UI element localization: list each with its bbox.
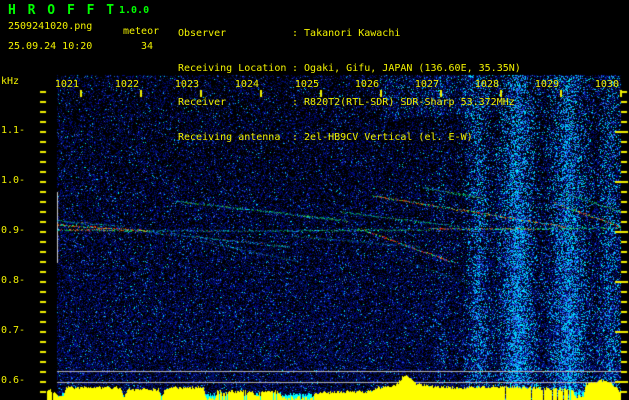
time-tick-label: 1021 xyxy=(54,79,79,90)
freq-tick-label: 1.1- xyxy=(1,125,26,136)
time-tick-label: 1029 xyxy=(534,79,559,90)
station-info-block: Observer: Takanori Kawachi Receiving Loca… xyxy=(178,5,521,166)
info-label: Receiving Location xyxy=(178,62,287,74)
output-filename: 2509241020.png xyxy=(8,21,93,32)
info-value: 2el-HB9CV Vertical (el. E-W) xyxy=(304,131,473,143)
freq-tick-label: 1.0- xyxy=(1,175,26,186)
time-tick-label: 1024 xyxy=(234,79,259,90)
info-value: Takanori Kawachi xyxy=(304,28,401,39)
freq-tick-label: 0.9- xyxy=(1,225,26,236)
info-value: R820T2(RTL-SDR) SDR-Sharp 53.372MHz xyxy=(304,97,515,108)
time-tick-label: 1026 xyxy=(354,79,379,90)
freq-tick-label: 0.6- xyxy=(1,375,26,386)
freq-tick-label: 0.8- xyxy=(1,275,26,286)
observer-row: Observer: Takanori Kawachi xyxy=(178,28,401,39)
location-row: Receiving Location: Ogaki, Gifu, JAPAN (1… xyxy=(178,62,521,74)
time-tick-label: 1023 xyxy=(174,79,199,90)
observation-datetime: 25.09.24 10:20 xyxy=(8,41,93,52)
hrofft-window: H R O F F T 1.0.0 2509241020.png meteor … xyxy=(0,0,629,400)
antenna-row: Receiving antenna:2el-HB9CV Vertical (el… xyxy=(178,131,473,143)
app-title: H R O F F T xyxy=(8,3,117,18)
time-tick-label: 1025 xyxy=(294,79,319,90)
time-tick-label: 1027 xyxy=(414,79,439,90)
echo-count: 34 xyxy=(141,41,154,52)
app-version: 1.0.0 xyxy=(119,5,150,16)
info-value: Ogaki, Gifu, JAPAN (136.60E, 35.35N) xyxy=(304,62,521,74)
time-tick-label: 1028 xyxy=(474,79,499,90)
info-label: Receiving antenna xyxy=(178,131,281,143)
mode-label: meteor xyxy=(123,26,160,37)
freq-tick-label: 0.7- xyxy=(1,325,26,336)
info-label: Observer xyxy=(178,28,227,39)
info-label: Receiver xyxy=(178,97,227,108)
frequency-axis-unit: kHz xyxy=(1,76,20,87)
receiver-row: Receiver: R820T2(RTL-SDR) SDR-Sharp 53.37… xyxy=(178,97,515,108)
time-tick-label: 1022 xyxy=(114,79,139,90)
time-tick-label: 1030 xyxy=(594,79,619,90)
